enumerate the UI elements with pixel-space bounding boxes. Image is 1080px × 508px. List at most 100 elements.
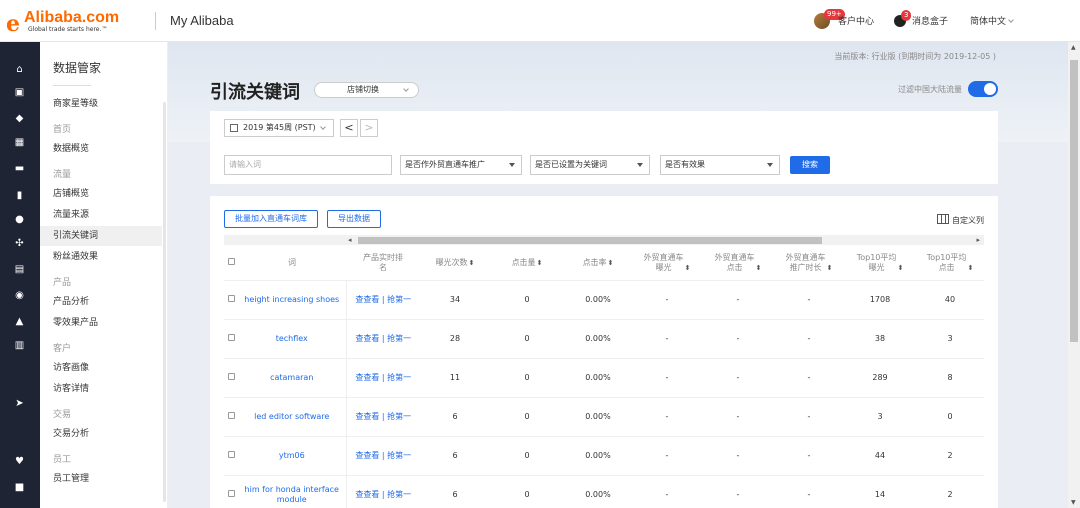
bank-icon[interactable]: ▥: [14, 340, 25, 351]
column-header: 词: [238, 246, 346, 281]
message-box-link[interactable]: 消息盒子: [912, 14, 948, 27]
scroll-down-icon[interactable]: ▼: [1071, 499, 1076, 506]
cell-p4p-clicks: -: [702, 397, 774, 437]
scroll-up-icon[interactable]: ▲: [1071, 44, 1076, 51]
rank-check-link[interactable]: 查查看 | 抢第一: [346, 397, 420, 437]
menu-item[interactable]: 访客详情: [40, 379, 162, 399]
cell-p4p-imp: -: [632, 358, 702, 398]
menu-scrollbar[interactable]: [163, 102, 166, 502]
globe-icon[interactable]: ◉: [14, 290, 25, 301]
keyword-cell[interactable]: led editor software: [238, 397, 347, 437]
language-select[interactable]: 简体中文: [970, 14, 1014, 27]
rank-check-link[interactable]: 查查看 | 抢第一: [346, 319, 420, 359]
row-checkbox[interactable]: [227, 334, 235, 341]
alibaba-logo[interactable]: e Alibaba.com Global trade starts here.™: [6, 7, 146, 37]
sort-icon[interactable]: ⬍: [537, 258, 543, 268]
cell-ctr: 0.00%: [564, 397, 632, 437]
rank-check-link[interactable]: 查查看 | 抢第一: [346, 358, 420, 398]
customer-center-link[interactable]: 客户中心: [838, 14, 874, 27]
table-horizontal-scrollbar[interactable]: ◂ ▸: [224, 235, 984, 245]
home-icon[interactable]: ⌂: [14, 64, 25, 75]
menu-item[interactable]: 数据概览: [40, 139, 162, 159]
row-checkbox[interactable]: [227, 451, 235, 458]
row-checkbox[interactable]: [227, 412, 235, 419]
column-header[interactable]: 点击量⬍: [490, 246, 564, 281]
sort-icon[interactable]: ⬍: [968, 263, 974, 273]
cell-impressions: 6: [420, 397, 490, 437]
scroll-right-icon[interactable]: ▸: [976, 235, 980, 245]
keyword-cell[interactable]: ytm06: [238, 436, 347, 476]
sort-icon[interactable]: ⬍: [756, 263, 762, 273]
heart-icon[interactable]: ♥: [14, 456, 25, 467]
column-header[interactable]: 曝光次数⬍: [420, 246, 490, 281]
select-all-checkbox[interactable]: [227, 257, 235, 265]
column-header[interactable]: Top10平均点击 ⬍: [916, 246, 984, 281]
row-checkbox[interactable]: [227, 373, 235, 380]
menu-item[interactable]: 店铺概览: [40, 184, 162, 204]
sort-icon[interactable]: ⬍: [898, 263, 904, 273]
menu-item[interactable]: 产品分析: [40, 292, 162, 312]
row-checkbox[interactable]: [227, 295, 235, 302]
page-scrollbar[interactable]: ▲ ▼: [1068, 42, 1080, 508]
share-icon[interactable]: ✣: [14, 238, 25, 249]
menu-item[interactable]: 粉丝通效果: [40, 247, 162, 267]
menu-item[interactable]: 引流关键词: [40, 226, 162, 246]
shield-icon[interactable]: ◆: [14, 113, 25, 124]
menu-item[interactable]: 员工管理: [40, 469, 162, 489]
search-button[interactable]: 搜索: [790, 156, 830, 174]
users-icon[interactable]: ●: [14, 214, 25, 225]
menu-item[interactable]: 流量来源: [40, 205, 162, 225]
week-picker[interactable]: 2019 第45周 (PST): [224, 119, 334, 137]
keyword-cell[interactable]: him for honda interface module: [238, 475, 347, 508]
column-header[interactable]: 点击率⬍: [564, 246, 632, 281]
column-header[interactable]: 外贸直通车曝光 ⬍: [632, 246, 702, 281]
sort-icon[interactable]: ⬍: [685, 263, 691, 273]
rank-check-link[interactable]: 查查看 | 抢第一: [346, 280, 420, 320]
keyword-cell[interactable]: techflex: [238, 319, 347, 359]
is-keyword-select[interactable]: 是否已设置为关键词: [530, 155, 650, 175]
rank-check-link[interactable]: 查查看 | 抢第一: [346, 436, 420, 476]
chevron-down-icon: [320, 124, 326, 130]
menu-item[interactable]: 交易分析: [40, 424, 162, 444]
menu-item[interactable]: 零效果产品: [40, 313, 162, 333]
cell-top10-clicks: 8: [916, 358, 984, 398]
briefcase-icon[interactable]: ■: [14, 482, 25, 493]
filter-mainland-toggle[interactable]: [968, 81, 998, 97]
column-header[interactable]: 外贸直通车推广时长 ⬍: [774, 246, 844, 281]
batch-add-button[interactable]: 批量加入直通车词库: [224, 210, 318, 228]
store-switch-dropdown[interactable]: 店铺切换: [314, 82, 419, 98]
cell-impressions: 11: [420, 358, 490, 398]
side-menu: 数据管家 商家星等级 首页 数据概览 流量 店铺概览 流量来源 引流关键词 粉丝通效果 产品 产品…: [40, 42, 168, 508]
grid-icon[interactable]: ▦: [14, 137, 25, 148]
cell-p4p-imp: -: [632, 475, 702, 508]
store-icon[interactable]: ▣: [14, 87, 25, 98]
keyword-input[interactable]: 请输入词: [224, 155, 392, 175]
keyword-cell[interactable]: height increasing shoes: [238, 280, 347, 320]
prev-week-button[interactable]: <: [340, 119, 358, 137]
next-week-button[interactable]: >: [360, 119, 378, 137]
clipboard-icon[interactable]: ▤: [14, 264, 25, 275]
row-checkbox[interactable]: [227, 490, 235, 497]
chevron-down-icon: [403, 86, 409, 92]
send-icon[interactable]: ➤: [14, 398, 25, 409]
export-button[interactable]: 导出数据: [327, 210, 381, 228]
rank-check-link[interactable]: 查查看 | 抢第一: [346, 475, 420, 508]
scroll-left-icon[interactable]: ◂: [348, 235, 352, 245]
column-header[interactable]: 外贸直通车点击 ⬍: [702, 246, 774, 281]
p4p-select[interactable]: 是否作外贸直通车推广: [400, 155, 522, 175]
divider: [155, 12, 156, 30]
ship-icon[interactable]: ▲: [14, 316, 25, 327]
keyword-cell[interactable]: catamaran: [238, 358, 347, 398]
chat-icon[interactable]: ▬: [14, 163, 25, 174]
menu-item[interactable]: 商家星等级: [40, 94, 162, 114]
effect-select[interactable]: 是否有效果: [660, 155, 780, 175]
column-header[interactable]: Top10平均曝光 ⬍: [844, 246, 916, 281]
custom-columns-button[interactable]: 自定义列: [937, 214, 984, 226]
chart-icon[interactable]: ▮: [14, 190, 25, 201]
sort-icon[interactable]: ⬍: [827, 263, 833, 273]
menu-item[interactable]: 访客画像: [40, 358, 162, 378]
column-header: 产品实时排名: [346, 246, 420, 281]
sort-icon[interactable]: ⬍: [469, 258, 475, 268]
cell-p4p-duration: -: [774, 397, 844, 437]
sort-icon[interactable]: ⬍: [608, 258, 614, 268]
